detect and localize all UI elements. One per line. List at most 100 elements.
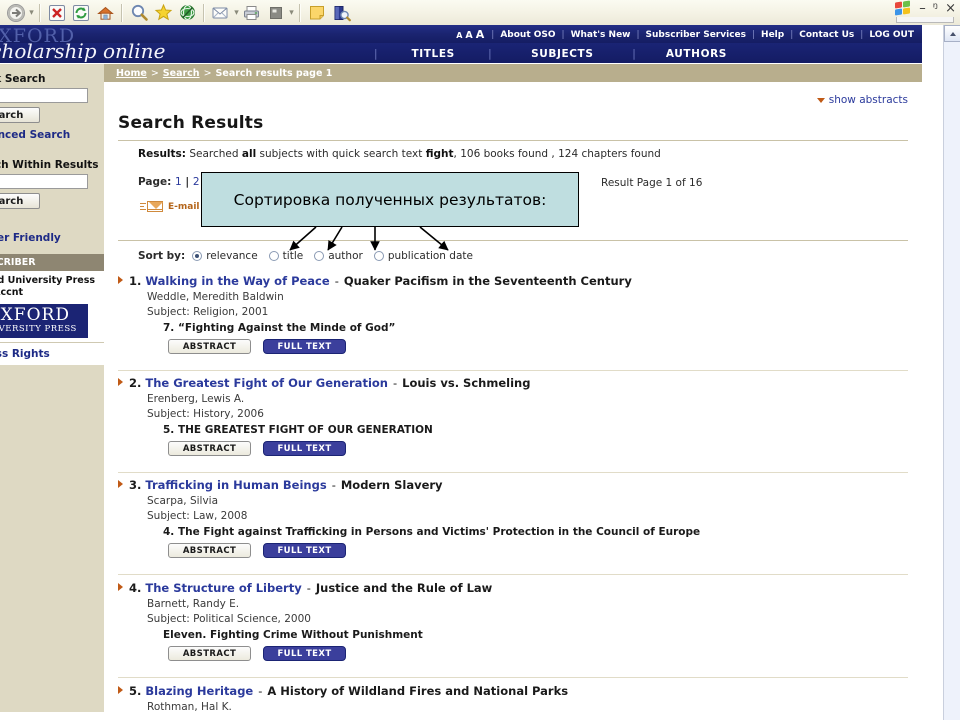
home-icon[interactable] — [94, 2, 116, 24]
sidebar-within-results-input[interactable] — [0, 174, 88, 189]
email-results-link[interactable]: E-mail — [140, 201, 200, 213]
page-link-1[interactable]: 1 — [175, 176, 182, 188]
breadcrumb-home[interactable]: Home — [116, 68, 147, 79]
annotation-text: Сортировка полученных результатов: — [233, 190, 547, 209]
annotation-callout: Сортировка полученных результатов: — [201, 172, 579, 227]
full-text-button[interactable]: FULL TEXT — [263, 441, 346, 456]
minimize-button[interactable]: – — [919, 2, 926, 15]
radio-publication-date[interactable] — [373, 251, 384, 261]
page-label: Page: — [138, 176, 172, 188]
sidebar-within-results-button[interactable]: Search — [0, 193, 40, 209]
text-size-medium[interactable]: A — [465, 30, 472, 41]
result-title-link[interactable]: Trafficking in Human Beings — [145, 478, 326, 492]
browser-window: ▾ ▾ ▾ – ᵑ × XFORD holarship online A A A… — [0, 0, 960, 720]
result-title-row: 4. The Structure of Liberty - Justice an… — [118, 581, 908, 595]
result-subject: Subject: Law, 2008 — [147, 510, 248, 522]
sort-option-relevance[interactable]: relevance — [192, 250, 258, 262]
result-title-link[interactable]: The Structure of Liberty — [145, 581, 301, 595]
expand-arrow-icon[interactable] — [118, 378, 123, 386]
result-dash: - — [334, 274, 339, 288]
page-pipe: | — [185, 176, 190, 188]
sidebar: Quick Search Search Advanced Search Sear… — [0, 64, 104, 720]
restore-button[interactable]: ᵑ — [933, 2, 938, 15]
favorites-star-icon[interactable] — [152, 2, 174, 24]
nav-help[interactable]: Help — [755, 30, 790, 40]
sort-label-relevance: relevance — [206, 250, 258, 262]
sidebar-quick-search-button[interactable]: Search — [0, 107, 40, 123]
abstract-button[interactable]: ABSTRACT — [168, 543, 251, 558]
expand-arrow-icon[interactable] — [118, 480, 123, 488]
table-row: 5. Blazing Heritage - A History of Wildl… — [118, 684, 908, 713]
radio-author[interactable] — [314, 251, 325, 261]
notes-icon[interactable] — [306, 2, 328, 24]
radio-title[interactable] — [268, 251, 279, 261]
print-icon[interactable] — [241, 2, 263, 24]
stop-icon[interactable] — [46, 2, 68, 24]
result-title-link[interactable]: Walking in the Way of Peace — [145, 274, 329, 288]
research-icon[interactable] — [330, 2, 352, 24]
sort-option-author[interactable]: author — [314, 250, 363, 262]
sidebar-account-line2: Test Accnt — [0, 287, 24, 298]
result-title-link[interactable]: Blazing Heritage — [145, 684, 253, 698]
search-icon[interactable] — [128, 2, 150, 24]
results-scope: all — [241, 148, 257, 160]
result-chapter: 4. The Fight against Trafficking in Pers… — [163, 526, 701, 538]
sort-by-group: Sort by: relevance title author publicat… — [138, 250, 479, 262]
sidebar-advanced-search-link[interactable]: Advanced Search — [0, 129, 104, 141]
toolbar-dropdown-dot[interactable]: ▾ — [28, 4, 35, 22]
expand-arrow-icon[interactable] — [118, 686, 123, 694]
result-author: Barnett, Randy E. — [147, 598, 240, 610]
abstract-button[interactable]: ABSTRACT — [168, 646, 251, 661]
main-nav-titles[interactable]: TITLES — [378, 48, 488, 60]
sidebar-access-rights-link[interactable]: Access Rights — [0, 348, 104, 360]
utility-nav: A A A | About OSO | What's New | Subscri… — [456, 28, 920, 41]
mail-icon[interactable] — [210, 2, 232, 24]
sidebar-quick-search-input[interactable] — [0, 88, 88, 103]
result-subtitle: Quaker Pacifism in the Seventeenth Centu… — [343, 274, 632, 288]
text-size-small[interactable]: A — [456, 31, 462, 40]
refresh-icon[interactable] — [70, 2, 92, 24]
edit-icon[interactable] — [265, 2, 287, 24]
expand-arrow-icon[interactable] — [118, 276, 123, 284]
abstract-button[interactable]: ABSTRACT — [168, 441, 251, 456]
sort-option-title[interactable]: title — [268, 250, 303, 262]
show-abstracts-label: show abstracts — [828, 94, 908, 106]
full-text-button[interactable]: FULL TEXT — [263, 543, 346, 558]
abstract-button[interactable]: ABSTRACT — [168, 339, 251, 354]
vertical-scrollbar[interactable] — [943, 25, 960, 720]
results-text-2: subjects with quick search text — [259, 148, 423, 160]
radio-relevance[interactable] — [192, 251, 203, 261]
sort-option-publication-date[interactable]: publication date — [373, 250, 473, 262]
scroll-up-button[interactable] — [944, 25, 960, 42]
nav-contact-us[interactable]: Contact Us — [793, 30, 860, 40]
close-button[interactable]: × — [945, 2, 956, 15]
expand-arrow-icon[interactable] — [118, 583, 123, 591]
main-nav-subjects[interactable]: SUBJECTS — [492, 48, 632, 60]
nav-whats-new[interactable]: What's New — [565, 30, 637, 40]
result-title-row: 3. Trafficking in Human Beings - Modern … — [118, 478, 908, 492]
show-abstracts-toggle[interactable]: show abstracts — [816, 94, 908, 106]
forward-arrow-icon[interactable] — [5, 2, 27, 24]
result-number: 5. — [129, 684, 142, 698]
nav-about-oso[interactable]: About OSO — [494, 30, 561, 40]
main-nav-authors[interactable]: AUTHORS — [636, 48, 756, 60]
text-size-control[interactable]: A A A — [456, 28, 484, 41]
full-text-button[interactable]: FULL TEXT — [263, 646, 346, 661]
page-link-2[interactable]: 2 — [193, 176, 200, 188]
edit-dropdown-arrow[interactable]: ▾ — [288, 4, 295, 22]
windows-flag-icon — [895, 0, 912, 16]
history-icon[interactable] — [176, 2, 198, 24]
result-subject: Subject: Political Science, 2000 — [147, 613, 311, 625]
breadcrumb-search[interactable]: Search — [163, 68, 200, 79]
result-subject: Subject: Religion, 2001 — [147, 306, 269, 318]
mail-dropdown-arrow[interactable]: ▾ — [233, 4, 240, 22]
text-size-large[interactable]: A — [476, 28, 485, 41]
result-author: Scarpa, Silvia — [147, 495, 219, 507]
full-text-button[interactable]: FULL TEXT — [263, 339, 346, 354]
result-number: 1. — [129, 274, 142, 288]
nav-log-out[interactable]: LOG OUT — [863, 30, 920, 40]
sidebar-printer-friendly-link[interactable]: Printer Friendly — [0, 232, 104, 244]
toolbar-separator-1 — [39, 3, 41, 22]
nav-subscriber-services[interactable]: Subscriber Services — [640, 30, 752, 40]
result-title-link[interactable]: The Greatest Fight of Our Generation — [145, 376, 388, 390]
